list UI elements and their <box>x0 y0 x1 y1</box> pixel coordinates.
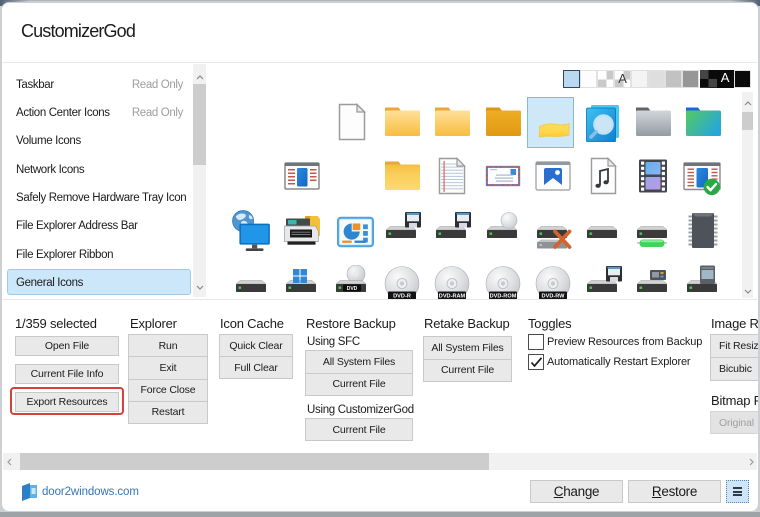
svg-text:DVD: DVD <box>347 286 358 292</box>
